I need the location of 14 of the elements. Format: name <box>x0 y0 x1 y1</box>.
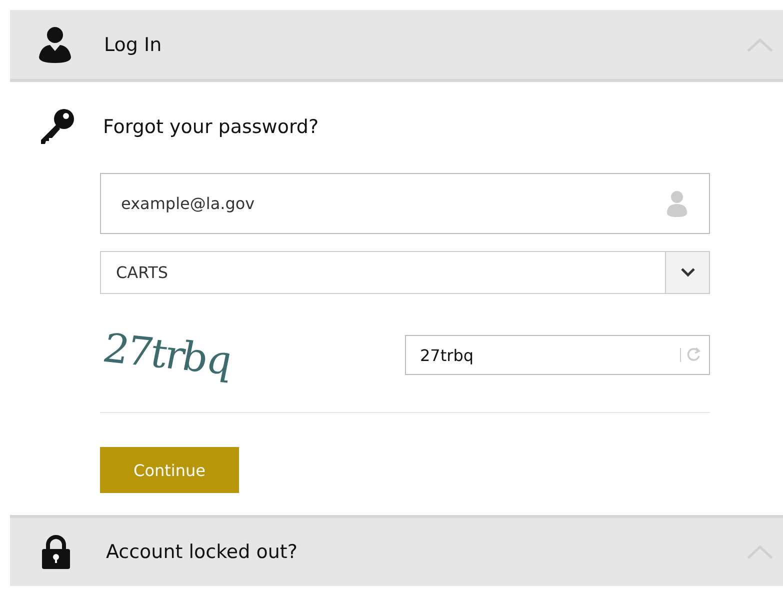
section-title: Forgot your password? <box>103 116 319 138</box>
captcha-field[interactable]: 27trbq <box>405 335 710 375</box>
user-icon <box>667 190 687 216</box>
system-dropdown[interactable]: CARTS <box>100 251 710 294</box>
section-title: Account locked out? <box>106 541 298 563</box>
lock-icon <box>41 535 71 569</box>
refresh-icon[interactable] <box>687 347 701 363</box>
chevron-down-icon <box>680 268 694 277</box>
email-field[interactable]: example@la.gov <box>100 173 710 234</box>
user-icon <box>38 26 72 62</box>
accordion-header[interactable]: Account locked out? <box>10 515 783 586</box>
section-title: Log In <box>104 34 163 56</box>
captcha-text: 27trbq <box>104 325 230 385</box>
accordion-header[interactable]: Log In <box>10 10 783 82</box>
